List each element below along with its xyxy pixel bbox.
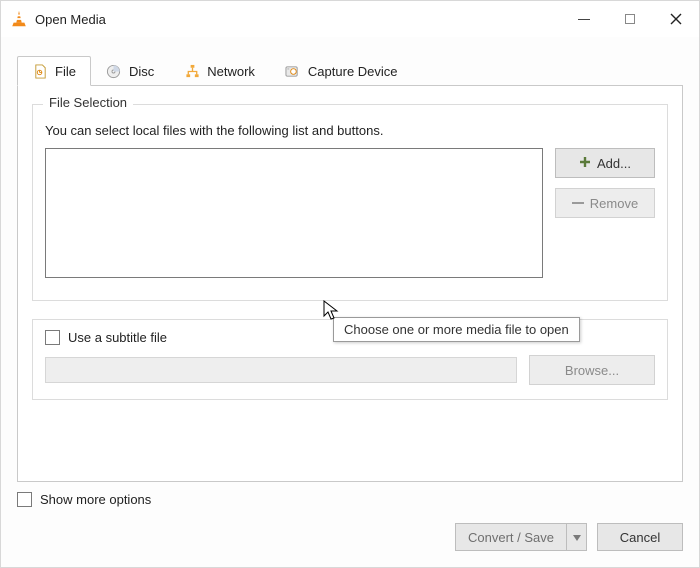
tab-panel: File Selection You can select local file… [17,85,683,482]
tab-capture[interactable]: Capture Device [270,56,413,86]
chevron-down-icon [573,528,581,546]
remove-button-label: Remove [590,196,638,211]
file-selection-fieldset: File Selection You can select local file… [32,104,668,301]
cancel-button-label: Cancel [620,530,660,545]
subtitle-checkbox[interactable] [45,330,60,345]
show-more-options-checkbox[interactable] [17,492,32,507]
tab-file[interactable]: File [17,56,91,86]
file-list-tooltip: Choose one or more media file to open [333,317,580,342]
file-selection-legend: File Selection [43,95,133,110]
browse-button-label: Browse... [565,363,619,378]
window-controls [561,1,699,37]
convert-save-dropdown[interactable] [567,523,587,551]
file-selection-hint: You can select local files with the foll… [45,123,655,138]
subtitle-checkbox-label: Use a subtitle file [68,330,167,345]
convert-save-split-button[interactable]: Convert / Save [455,523,587,551]
titlebar: Open Media [1,1,699,37]
remove-button[interactable]: Remove [555,188,655,218]
convert-save-button[interactable]: Convert / Save [455,523,567,551]
tab-disc[interactable]: Disc [91,56,169,86]
show-more-options-label: Show more options [40,492,151,507]
close-button[interactable] [653,1,699,37]
network-icon [184,64,200,80]
add-button-label: Add... [597,156,631,171]
disc-icon [106,64,122,80]
browse-button[interactable]: Browse... [529,355,655,385]
cancel-button[interactable]: Cancel [597,523,683,551]
tab-capture-label: Capture Device [308,64,398,79]
tab-disc-label: Disc [129,64,154,79]
window-title: Open Media [35,12,561,27]
subtitle-path-input [45,357,517,383]
vlc-cone-icon [9,9,29,29]
convert-save-label: Convert / Save [468,530,554,545]
tab-file-label: File [55,64,76,79]
minimize-button[interactable] [561,1,607,37]
file-list[interactable] [45,148,543,278]
add-button[interactable]: Add... [555,148,655,178]
dialog-body: File Disc [1,37,699,492]
mouse-cursor-icon [323,300,341,322]
minus-icon [572,202,584,204]
tab-bar: File Disc [17,55,683,85]
tab-network-label: Network [207,64,255,79]
plus-icon [579,156,591,171]
capture-device-icon [285,64,301,80]
dialog-footer: Show more options [1,492,699,523]
open-media-window: Open Media File [0,0,700,568]
maximize-button[interactable] [607,1,653,37]
file-icon [32,63,48,79]
tab-network[interactable]: Network [169,56,270,86]
